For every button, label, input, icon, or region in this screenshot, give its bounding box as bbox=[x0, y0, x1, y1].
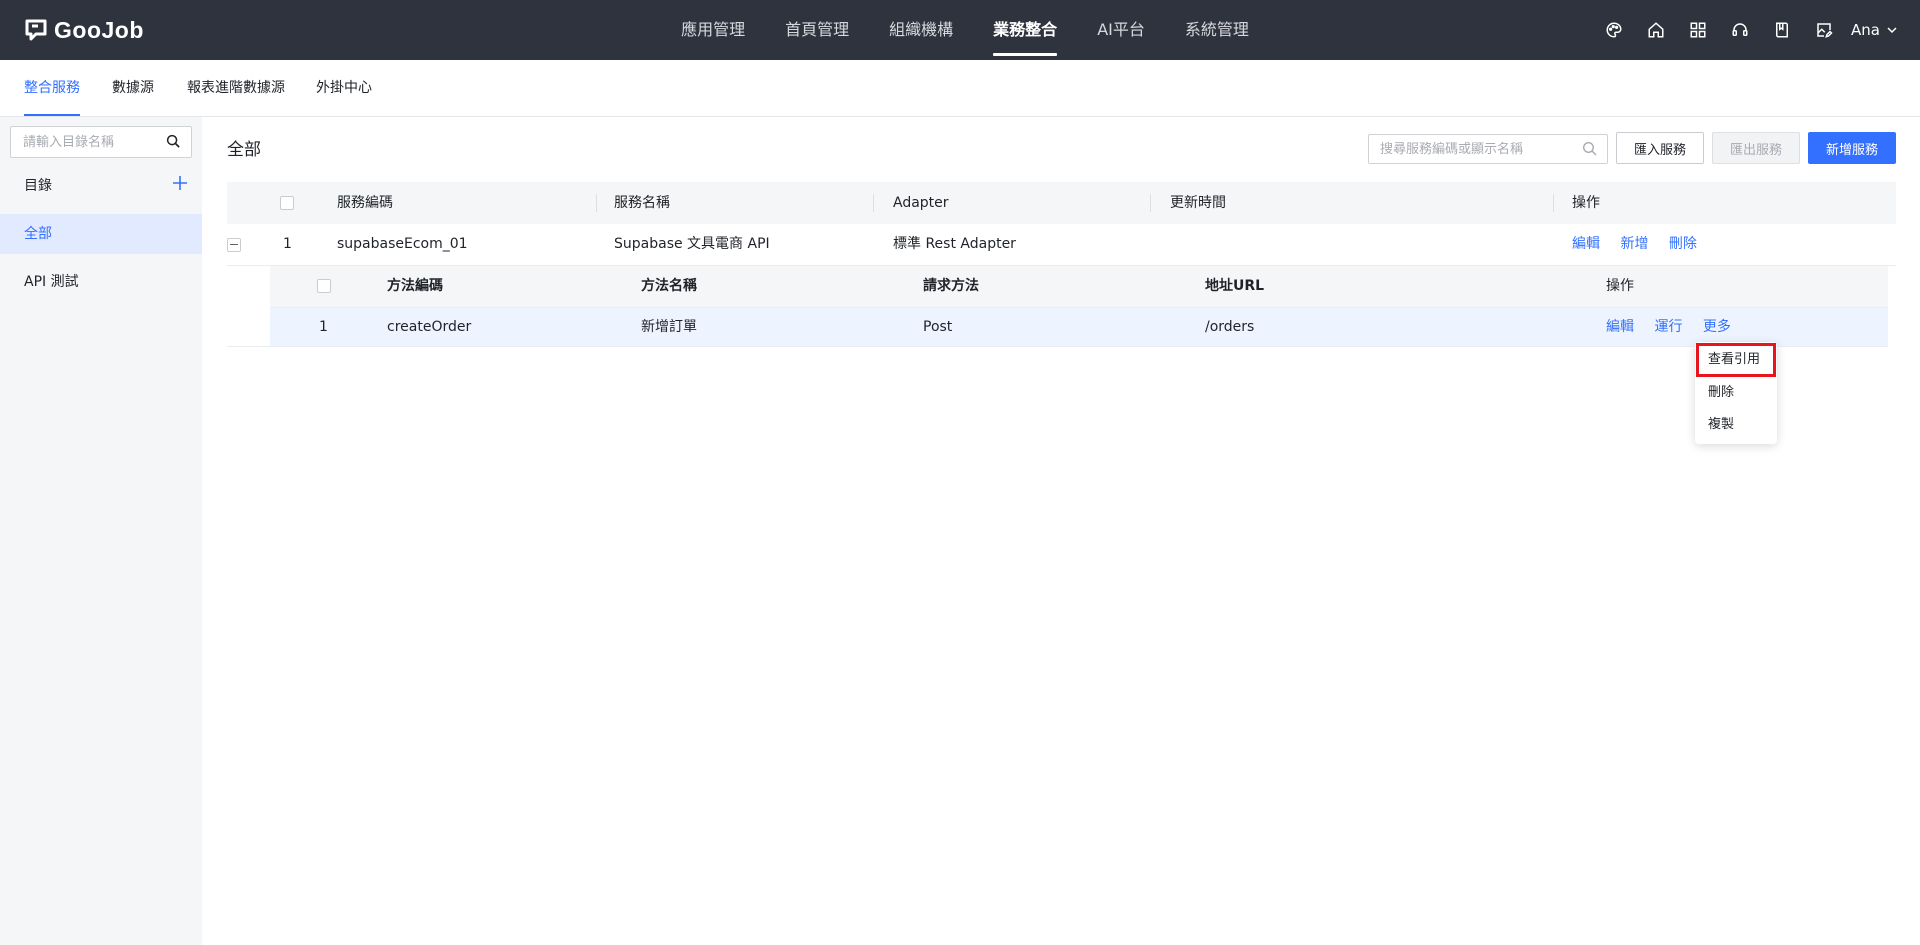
more-actions-dropdown: 查看引用 刪除 複製 bbox=[1695, 342, 1777, 444]
nav-item-home-management[interactable]: 首頁管理 bbox=[765, 0, 869, 60]
header-service-name: 服務名稱 bbox=[614, 195, 670, 211]
method-table-header: 方法編碼 方法名稱 請求方法 地址URL 操作 bbox=[270, 266, 1888, 308]
subtable-indent bbox=[227, 266, 270, 347]
row-adapter: 標準 Rest Adapter bbox=[893, 236, 1016, 252]
user-menu[interactable]: Ana bbox=[1851, 21, 1898, 39]
method-row-index: 1 bbox=[319, 319, 328, 335]
directory-sidebar: 目錄 全部 API 測試 bbox=[0, 117, 202, 945]
app-logo[interactable]: GooJob bbox=[24, 16, 144, 44]
header-actions: 操作 bbox=[1572, 195, 1600, 211]
header-method-code: 方法編碼 bbox=[387, 278, 443, 294]
row-index: 1 bbox=[283, 236, 292, 252]
tab-plugin-center[interactable]: 外掛中心 bbox=[316, 60, 372, 116]
headset-support-icon[interactable] bbox=[1719, 0, 1761, 60]
logo-icon bbox=[25, 19, 47, 41]
service-table-header: 服務編碼 服務名稱 Adapter 更新時間 操作 bbox=[227, 182, 1896, 224]
directory-label: 目錄 bbox=[24, 178, 52, 194]
row-service-name: Supabase 文具電商 API bbox=[614, 236, 770, 252]
top-navigation-bar: GooJob 應用管理 首頁管理 組織機構 業務整合 AI平台 系統管理 Ana bbox=[0, 0, 1920, 60]
column-divider bbox=[1150, 194, 1151, 212]
export-service-button[interactable]: 匯出服務 bbox=[1712, 132, 1800, 164]
sub-tabs: 整合服務 數據源 報表進階數據源 外掛中心 bbox=[0, 60, 1920, 117]
tab-data-source[interactable]: 數據源 bbox=[112, 60, 154, 116]
new-service-button[interactable]: 新增服務 bbox=[1808, 132, 1896, 164]
header-request-method: 請求方法 bbox=[923, 278, 979, 294]
method-name: 新增訂單 bbox=[641, 319, 697, 335]
directory-search bbox=[10, 126, 192, 158]
import-service-button[interactable]: 匯入服務 bbox=[1616, 132, 1704, 164]
more-actions-link[interactable]: 更多 bbox=[1703, 319, 1731, 335]
select-all-methods-checkbox[interactable] bbox=[317, 279, 331, 293]
method-url: /orders bbox=[1205, 319, 1255, 335]
search-icon[interactable] bbox=[166, 134, 181, 153]
top-icon-group: Ana bbox=[1593, 0, 1898, 60]
user-name: Ana bbox=[1851, 21, 1880, 39]
search-icon[interactable] bbox=[1582, 141, 1598, 161]
apps-grid-icon[interactable] bbox=[1677, 0, 1719, 60]
header-service-code: 服務編碼 bbox=[337, 195, 393, 211]
logo-text: GooJob bbox=[54, 16, 144, 43]
select-all-checkbox[interactable] bbox=[280, 196, 294, 210]
service-search bbox=[1368, 134, 1608, 164]
nav-item-organization[interactable]: 組織機構 bbox=[869, 0, 973, 60]
row-service-code: supabaseEcom_01 bbox=[337, 236, 468, 252]
header-url: 地址URL bbox=[1205, 278, 1265, 294]
tab-report-advanced-data-source[interactable]: 報表進階數據源 bbox=[187, 60, 285, 116]
table-row: 1 supabaseEcom_01 Supabase 文具電商 API 標準 R… bbox=[227, 224, 1896, 266]
sidebar-item-api-test[interactable]: API 測試 bbox=[0, 262, 202, 302]
home-icon[interactable] bbox=[1635, 0, 1677, 60]
image-edit-icon[interactable] bbox=[1803, 0, 1845, 60]
tab-integration-service[interactable]: 整合服務 bbox=[24, 60, 80, 116]
directory-search-input[interactable] bbox=[11, 127, 163, 157]
header-method-name: 方法名稱 bbox=[641, 278, 697, 294]
collapse-row-icon[interactable] bbox=[227, 238, 241, 252]
delete-method-menu-item[interactable]: 刪除 bbox=[1695, 379, 1777, 407]
edit-service-link[interactable]: 編輯 bbox=[1572, 236, 1600, 252]
delete-service-link[interactable]: 刪除 bbox=[1669, 236, 1697, 252]
nav-item-business-integration[interactable]: 業務整合 bbox=[973, 0, 1077, 60]
column-divider bbox=[873, 194, 874, 212]
run-method-link[interactable]: 運行 bbox=[1654, 319, 1682, 335]
sidebar-item-all[interactable]: 全部 bbox=[0, 214, 202, 254]
column-divider bbox=[1553, 194, 1554, 212]
chevron-down-icon bbox=[1887, 27, 1897, 34]
method-code: createOrder bbox=[387, 319, 472, 335]
header-method-actions: 操作 bbox=[1606, 278, 1634, 294]
service-search-input[interactable] bbox=[1369, 135, 1580, 163]
edit-method-link[interactable]: 編輯 bbox=[1606, 319, 1634, 335]
nav-item-system-management[interactable]: 系統管理 bbox=[1165, 0, 1269, 60]
header-adapter: Adapter bbox=[893, 195, 949, 211]
column-divider bbox=[596, 194, 597, 212]
nav-item-app-management[interactable]: 應用管理 bbox=[661, 0, 765, 60]
view-references-menu-item[interactable]: 查看引用 bbox=[1696, 343, 1776, 377]
add-directory-icon[interactable] bbox=[171, 174, 189, 192]
request-method: Post bbox=[923, 319, 953, 335]
page-title: 全部 bbox=[227, 140, 261, 160]
table-row: 1 createOrder 新增訂單 Post /orders 編輯 運行 更多 bbox=[270, 308, 1888, 347]
nav-item-ai-platform[interactable]: AI平台 bbox=[1077, 0, 1165, 60]
palette-icon[interactable] bbox=[1593, 0, 1635, 60]
header-updated-time: 更新時間 bbox=[1170, 195, 1226, 211]
book-icon[interactable] bbox=[1761, 0, 1803, 60]
copy-method-menu-item[interactable]: 複製 bbox=[1695, 411, 1777, 439]
add-method-link[interactable]: 新增 bbox=[1620, 236, 1648, 252]
